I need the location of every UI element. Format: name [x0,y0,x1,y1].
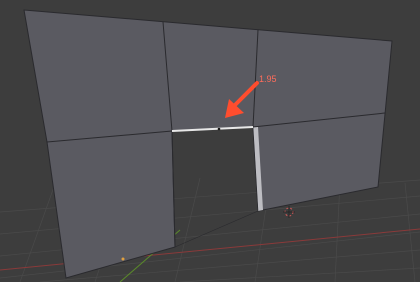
3d-viewport[interactable]: 1.95 [0,0,420,282]
edge-length-label: 1.95 [259,74,277,84]
viewport-canvas[interactable] [0,0,420,282]
wall-face[interactable] [23,9,393,279]
door-opening [171,126,259,248]
wall-mesh[interactable] [23,9,393,279]
edge-midpoint-dot [217,127,221,131]
origin-icon [121,257,125,261]
